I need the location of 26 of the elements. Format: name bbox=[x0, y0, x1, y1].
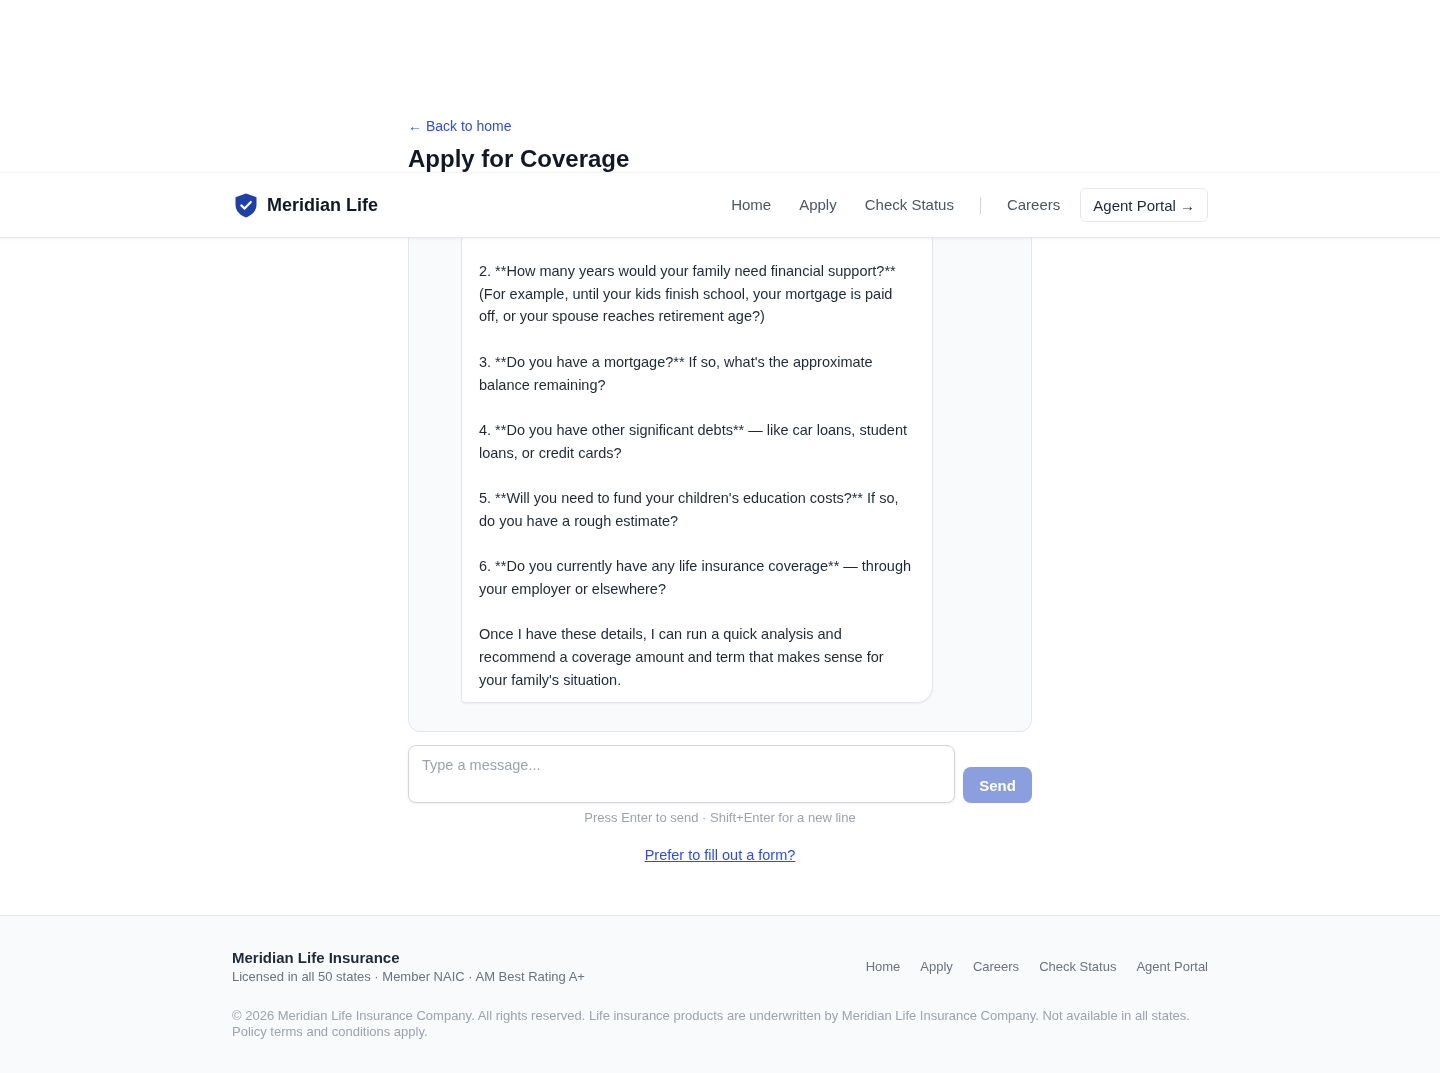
page-title: Apply for Coverage bbox=[408, 146, 630, 172]
footer-link[interactable]: Check Status bbox=[1039, 958, 1117, 976]
nav-link[interactable]: Apply bbox=[799, 195, 837, 215]
nav-link[interactable]: Check Status bbox=[864, 195, 954, 215]
message-input[interactable]: Type a message... bbox=[408, 745, 955, 804]
footer-link[interactable]: Home bbox=[865, 958, 901, 976]
footer-link[interactable]: Careers bbox=[972, 958, 1020, 976]
back-link[interactable]: ← Back to home bbox=[408, 116, 512, 136]
footer-link[interactable]: Apply bbox=[920, 958, 953, 976]
footer-credentials: Licensed in all 50 states · Member NAIC · AM Best Rating A+ bbox=[232, 968, 585, 986]
message-text: Once I have these details, I can run a quick analysis and recommend a coverage amount and term that makes sense for your family's situation. bbox=[479, 625, 885, 690]
form-link[interactable]: Prefer to fill out a form? bbox=[644, 845, 796, 866]
footer-legal-text: © 2026 Meridian Life Insurance Company. All rights reserved. Life insurance products are underwritten by Meridian Life Insurance Company. Not available in all states. Policy terms and conditions apply. bbox=[232, 1008, 1191, 1040]
footer-company-name: Meridian Life Insurance bbox=[232, 948, 400, 968]
brand-name: Meridian Life bbox=[267, 194, 378, 216]
message-text: 4. **Do you have other significant debts** — like car loans, student loans, or credit cards? bbox=[479, 420, 908, 463]
message-text: 5. **Will you need to fund your children's education costs?** If so, do you have a rough estimate? bbox=[479, 489, 900, 531]
input-hint: Press Enter to send · Shift+Enter for a new line bbox=[584, 810, 856, 827]
nav-link[interactable]: Careers bbox=[1006, 195, 1061, 215]
message-text: 3. **Do you have a mortgage?** If so, what's the approximate balance remaining? bbox=[479, 352, 874, 395]
message-text: 2. **How many years would your family need financial support?** (For example, until your kids finish school, your mortgage is paid off, or your spouse reaches retirement age?) bbox=[479, 262, 897, 327]
nav-link[interactable]: Home bbox=[731, 195, 772, 215]
shield-check-icon bbox=[235, 192, 257, 218]
message-text: 6. **Do you currently have any life insurance coverage** — through your employer or elsewhere? bbox=[479, 557, 913, 599]
footer-link[interactable]: Agent Portal bbox=[1136, 958, 1208, 976]
agent-portal-button[interactable]: Agent Portal → bbox=[1080, 188, 1208, 222]
